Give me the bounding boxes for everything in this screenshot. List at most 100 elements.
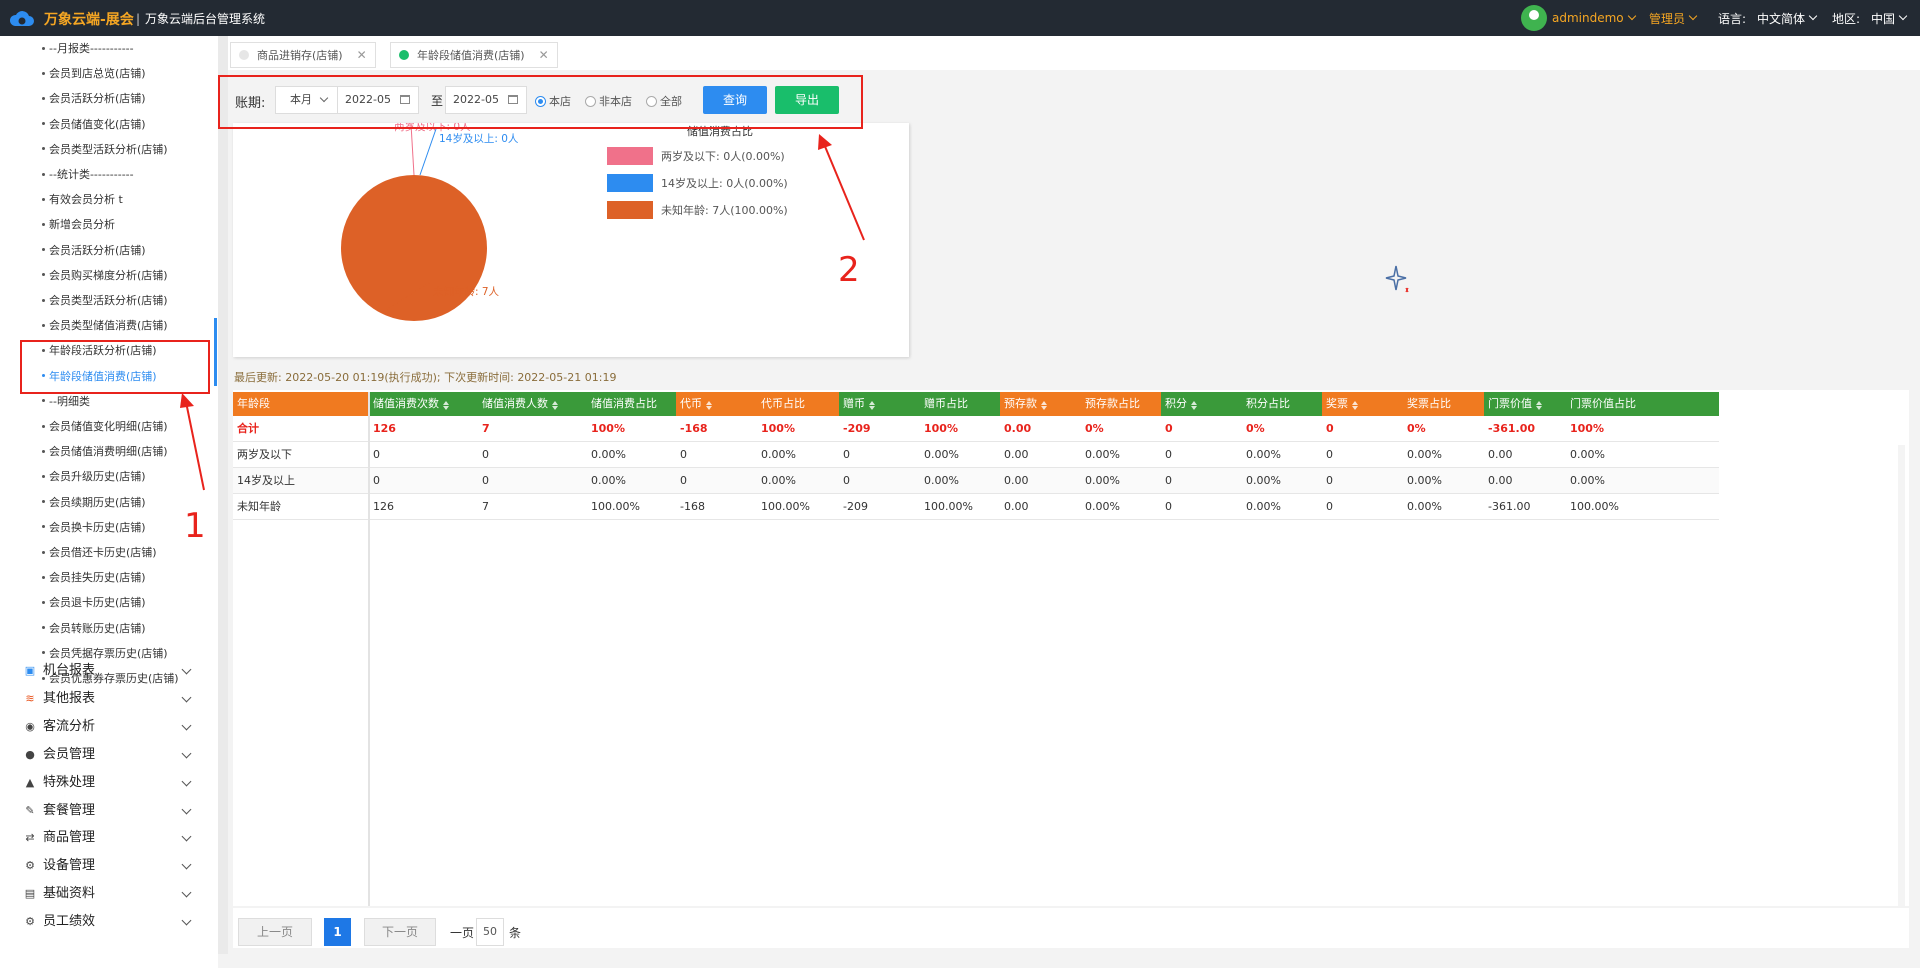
sidebar-menu-item[interactable]: ≋ 其他报表 <box>0 685 218 713</box>
sidebar-sub-item[interactable]: 会员挂失历史(店铺) <box>0 565 218 590</box>
sidebar-sub-item[interactable]: 会员类型活跃分析(店铺) <box>0 137 218 162</box>
legend-swatch[interactable] <box>607 201 653 219</box>
end-date-input[interactable]: 2022-05 <box>445 86 527 114</box>
sidebar-sub-item[interactable]: --明细类 <box>0 389 218 414</box>
table-header-cell[interactable]: 奖票 <box>1322 392 1403 416</box>
start-date-input[interactable]: 2022-05 <box>337 86 419 114</box>
radio-this-store[interactable]: 本店 <box>535 93 571 109</box>
table-header-cell: 奖票占比 <box>1403 392 1484 416</box>
query-button[interactable]: 查询 <box>703 86 767 114</box>
region-menu[interactable]: 地区: 中国 <box>1832 0 1908 36</box>
next-page-button[interactable]: 下一页 <box>364 918 436 946</box>
region-value: 中国 <box>1871 11 1896 26</box>
sidebar-sub-item[interactable]: --月报类----------- <box>0 36 218 61</box>
to-label: 至 <box>431 94 444 108</box>
table-header-cell[interactable]: 积分 <box>1161 392 1242 416</box>
pie-slice-label: 14岁及以上: 0人 <box>439 132 519 145</box>
pie-slice[interactable] <box>341 175 487 321</box>
sort-icon[interactable] <box>1191 398 1198 410</box>
sidebar-sub-item[interactable]: 会员类型活跃分析(店铺) <box>0 288 218 313</box>
table-cell: 0% <box>1246 422 1265 435</box>
radio-all[interactable]: 全部 <box>646 93 682 109</box>
sort-icon[interactable] <box>1536 398 1543 410</box>
column-label: 奖票 <box>1326 397 1348 410</box>
bullet-icon <box>42 273 45 277</box>
sidebar-menu-item[interactable]: ⚙ 设备管理 <box>0 852 218 880</box>
legend-swatch[interactable] <box>607 174 653 192</box>
filter-bar: 账期: 本月 2022-05 至 2022-05 本店 非本店 全部 查询 导出 <box>233 82 853 122</box>
sidebar-sub-item-label: 会员借还卡历史(店铺) <box>49 546 157 559</box>
close-icon[interactable]: ✕ <box>539 48 549 62</box>
sidebar-menu-item[interactable]: ⇄ 商品管理 <box>0 824 218 852</box>
user-menu[interactable]: admindemo <box>1521 0 1636 36</box>
sidebar-sub-item[interactable]: 会员购买梯度分析(店铺) <box>0 263 218 288</box>
radio-other-store[interactable]: 非本店 <box>585 93 632 109</box>
sidebar-sub-item[interactable]: 年龄段储值消费(店铺) <box>0 364 218 389</box>
table-cell: 0.00% <box>1407 448 1442 461</box>
tab-product-inventory[interactable]: 商品进销存(店铺) ✕ <box>230 42 376 68</box>
table-header-cell[interactable]: 代币 <box>676 392 757 416</box>
table-header-cell[interactable]: 预存款 <box>1000 392 1081 416</box>
sidebar-menu-item[interactable]: ⚙ 员工绩效 <box>0 908 218 936</box>
sidebar-menu-item[interactable]: ▲ 特殊处理 <box>0 769 218 797</box>
sidebar-menu-item[interactable]: ● 会员管理 <box>0 741 218 769</box>
current-page-button[interactable]: 1 <box>324 918 351 946</box>
table-cell: 0 <box>1165 474 1172 487</box>
table-cell: 0.00% <box>1570 448 1605 461</box>
column-label: 储值消费人数 <box>482 397 548 410</box>
tab-age-stored-consumption[interactable]: 年龄段储值消费(店铺) ✕ <box>390 42 558 68</box>
sort-icon[interactable] <box>443 398 450 410</box>
table-cell: 0 <box>1165 422 1173 435</box>
sidebar-sub-item[interactable]: 会员储值变化(店铺) <box>0 112 218 137</box>
sidebar-sub-item-label: 会员储值变化(店铺) <box>49 117 146 131</box>
sidebar-menu-item[interactable]: ◉ 客流分析 <box>0 713 218 741</box>
table-header-cell[interactable]: 储值消费人数 <box>478 392 587 416</box>
sidebar-sub-item[interactable]: 会员退卡历史(店铺) <box>0 590 218 615</box>
sort-icon[interactable] <box>706 398 713 410</box>
brand-title[interactable]: 万象云端-展会 <box>44 9 134 29</box>
table-header-cell: 门票价值占比 <box>1566 392 1719 416</box>
sidebar-sub-item-label: 年龄段活跃分析(店铺) <box>49 344 157 358</box>
prev-page-button[interactable]: 上一页 <box>238 918 312 946</box>
sidebar-menu-item[interactable]: ▤ 基础资料 <box>0 880 218 908</box>
annotation-number-2: 2 <box>838 250 860 290</box>
warning-icon: ▲ <box>25 775 35 789</box>
sidebar-scroll-track[interactable] <box>218 36 228 954</box>
table-header-cell[interactable]: 储值消费次数 <box>369 392 478 416</box>
sidebar-sub-item[interactable]: 会员储值消费明细(店铺) <box>0 439 218 464</box>
role-menu[interactable]: 管理员 <box>1649 0 1698 36</box>
export-button[interactable]: 导出 <box>775 86 839 114</box>
sidebar-sub-item[interactable]: 有效会员分析 t <box>0 187 218 212</box>
period-select[interactable]: 本月 <box>275 86 338 114</box>
table-header-cell[interactable]: 赠币 <box>839 392 920 416</box>
sidebar-sub-item[interactable]: 会员转账历史(店铺) <box>0 616 218 641</box>
sidebar-sub-item[interactable]: 会员活跃分析(店铺) <box>0 86 218 111</box>
pie-slice-label: 未知年龄: 7人 <box>433 285 500 298</box>
sidebar-sub-item[interactable]: 新增会员分析 <box>0 212 218 237</box>
sidebar-sub-item[interactable]: 会员活跃分析(店铺) <box>0 238 218 263</box>
sidebar-sub-item[interactable]: 会员到店总览(店铺) <box>0 61 218 86</box>
legend-swatch[interactable] <box>607 147 653 165</box>
sort-icon[interactable] <box>1352 398 1359 410</box>
table-scrollbar[interactable] <box>1898 445 1905 906</box>
sort-icon[interactable] <box>1041 398 1048 410</box>
sidebar-sub-item[interactable]: 年龄段活跃分析(店铺) <box>0 338 218 363</box>
sidebar-sub-item[interactable]: 会员升级历史(店铺) <box>0 464 218 489</box>
sort-icon[interactable] <box>552 398 559 410</box>
table-cell: 126 <box>373 422 396 435</box>
sort-icon[interactable] <box>869 398 876 410</box>
sidebar-sub-item[interactable]: --统计类----------- <box>0 162 218 187</box>
table-header-cell[interactable]: 门票价值 <box>1484 392 1566 416</box>
sidebar-sub-item[interactable]: 会员类型储值消费(店铺) <box>0 313 218 338</box>
sidebar-menu-item[interactable]: ✎ 套餐管理 <box>0 797 218 825</box>
table-cell: 0.00% <box>1407 474 1442 487</box>
close-icon[interactable]: ✕ <box>357 48 367 62</box>
table-cell: 14岁及以上 <box>237 474 295 487</box>
legend-label: 两岁及以下: 0人(0.00%) <box>661 149 785 163</box>
table-cell: 0.00 <box>1004 448 1029 461</box>
language-menu[interactable]: 语言: 中文简体 <box>1718 0 1818 36</box>
sidebar-menu-item[interactable]: ▣ 机台报表 <box>0 657 218 685</box>
column-label: 代币占比 <box>761 397 805 410</box>
sidebar-sub-item[interactable]: 会员储值变化明细(店铺) <box>0 414 218 439</box>
per-page-input[interactable]: 50 <box>476 918 504 946</box>
